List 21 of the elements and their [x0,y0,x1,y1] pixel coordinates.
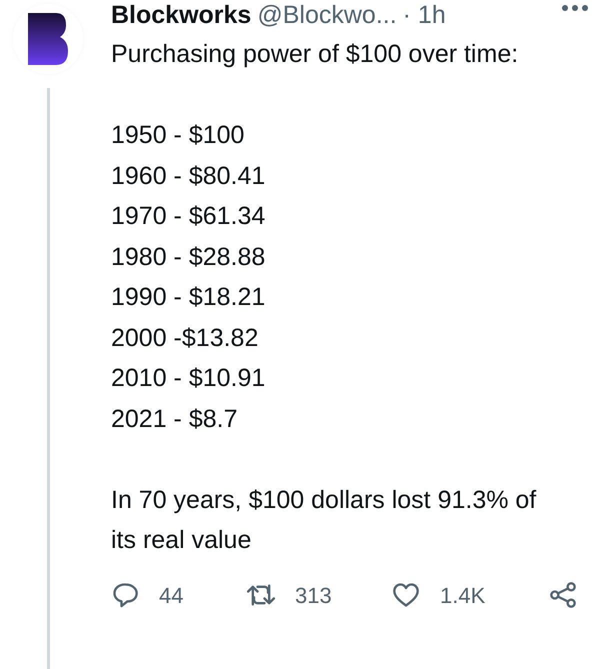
tweet-text-line: 2000 -$13.82 [111,322,260,354]
heart-icon [392,581,420,609]
timestamp[interactable]: · 1h [402,0,446,30]
tweet-text-line: 2010 - $10.91 [111,363,266,394]
tweet-text-line: 1960 - $80.41 [111,160,266,192]
tweet-text-line: 1950 - $100 [111,120,246,151]
like-button[interactable]: 1.4K [392,578,549,612]
author-name[interactable]: Blockworks [111,0,252,30]
logo-icon [28,13,68,65]
reply-button[interactable]: 44 [111,578,247,612]
tweet-text-line: 1980 - $28.88 [111,242,266,272]
tweet-text-line: 1990 - $18.21 [111,282,266,313]
reply-icon [111,581,139,609]
author-handle[interactable]: @Blockwo... [257,0,397,30]
tweet-text-line: 2021 - $8.7 [111,404,238,434]
tweet-text-line: In 70 years, $100 dollars lost 91.3% of its real value [111,484,538,556]
share-icon [549,581,577,609]
more-icon[interactable] [561,4,589,12]
tweet-text-line: 1970 - $61.34 [111,201,266,232]
tweet-text-line: Purchasing power of $100 over time: [111,39,520,70]
retweet-button[interactable]: 313 [247,578,392,612]
